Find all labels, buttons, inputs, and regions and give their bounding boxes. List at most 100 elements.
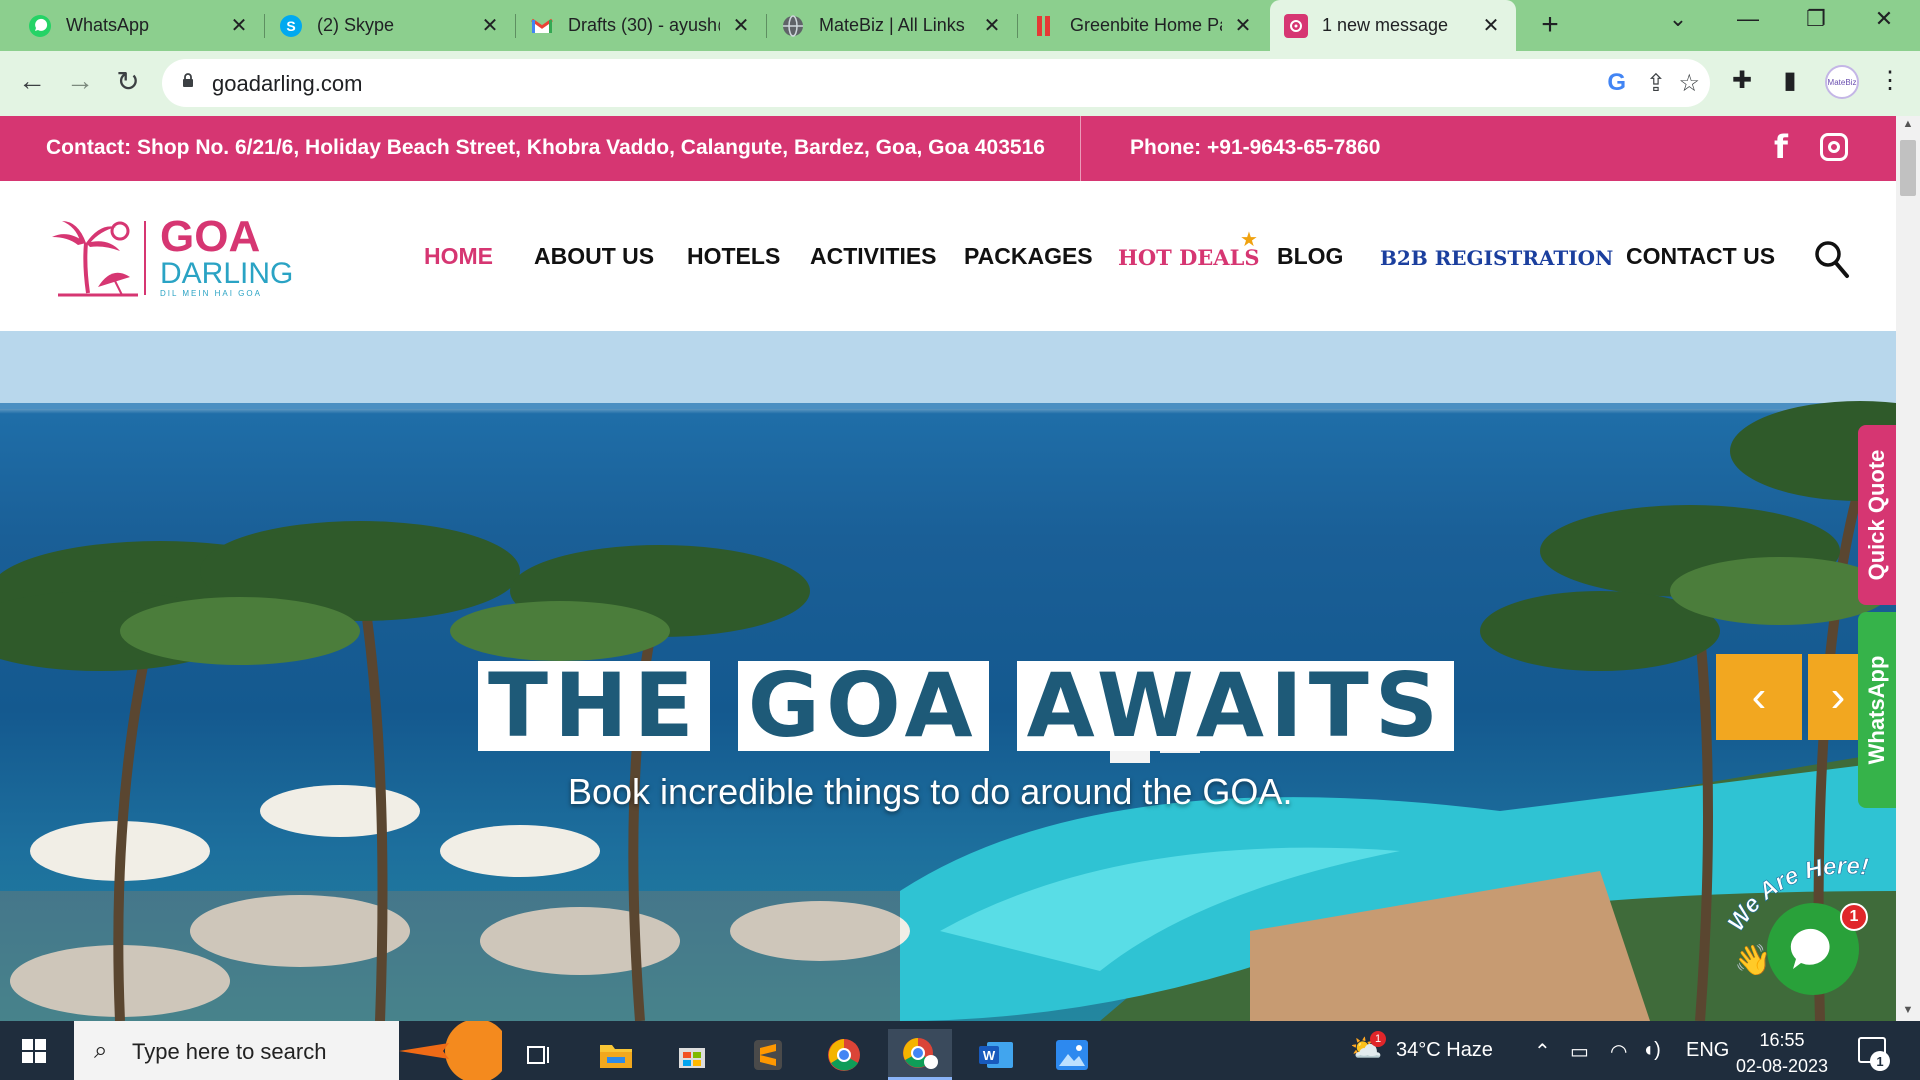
nav-packages[interactable]: PACKAGES (964, 243, 1093, 270)
minimize-button[interactable]: — (1728, 6, 1768, 32)
weather-text[interactable]: 34°C Haze (1396, 1039, 1493, 1062)
close-icon[interactable]: ✕ (1232, 13, 1254, 38)
file-explorer-icon[interactable] (584, 1029, 648, 1080)
nav-blog[interactable]: BLOG (1277, 243, 1343, 270)
facebook-icon[interactable]: f (1774, 128, 1788, 166)
address-bar[interactable]: goadarling.com G ⇪ ☆ (162, 59, 1710, 107)
hero-title-word: GOA (737, 661, 989, 751)
logo-goa-text: GOA (160, 212, 261, 261)
tab-greenbite[interactable]: Greenbite Home Pa ✕ (1018, 0, 1268, 51)
language-indicator[interactable]: ENG (1686, 1039, 1729, 1062)
logo-wordmark: GOA DARLING DIL MEIN HAI GOA (160, 212, 294, 299)
whatsapp-side-label: WhatsApp (1864, 655, 1889, 765)
tab-gmail[interactable]: Drafts (30) - ayush@ ✕ (516, 0, 766, 51)
svg-text:S: S (286, 18, 295, 34)
windows-taskbar: ⌕ Type here to search W ⛅ 1 34°C Haze ⌃ … (0, 1021, 1920, 1080)
tab-matebiz[interactable]: MateBiz | All Links ✕ (767, 0, 1017, 51)
tab-search-chevron-icon[interactable]: ⌄ (1658, 6, 1698, 32)
share-icon[interactable]: ⇪ (1646, 69, 1666, 98)
nav-about-us[interactable]: ABOUT US (534, 243, 654, 270)
google-lens-icon[interactable]: G (1607, 69, 1626, 97)
notification-count-badge: 1 (1870, 1051, 1890, 1071)
back-button[interactable]: ← (14, 65, 50, 97)
profile-avatar[interactable]: MateBiz (1825, 65, 1859, 99)
logo-darling-text: DARLING (160, 257, 294, 290)
skype-icon: S (279, 14, 303, 38)
close-icon[interactable]: ✕ (730, 13, 752, 38)
scrollbar-thumb[interactable] (1900, 140, 1916, 196)
contact-phone[interactable]: Phone: +91-9643-65-7860 (1130, 136, 1380, 160)
nav-hot-deals[interactable]: HOT DEALS (1118, 245, 1260, 270)
quick-quote-tab[interactable]: Quick Quote (1858, 425, 1896, 605)
close-icon[interactable]: ✕ (981, 13, 1003, 38)
browser-menu-icon[interactable]: ⋮ (1872, 66, 1908, 95)
browser-tab-strip: WhatsApp ✕ S (2) Skype ✕ Drafts (30) - a… (0, 0, 1920, 51)
star-icon: ★ (1240, 229, 1258, 251)
extensions-icon[interactable]: ✚ (1724, 66, 1760, 95)
hero-slider: THE GOA AWAITS Book incredible things to… (0, 331, 1896, 1021)
whatsapp-side-tab[interactable]: WhatsApp (1858, 612, 1896, 808)
tab-title: Drafts (30) - ayush@ (568, 15, 720, 35)
tab-whatsapp[interactable]: WhatsApp ✕ (14, 0, 264, 51)
microsoft-word-icon[interactable]: W (964, 1029, 1028, 1080)
search-icon[interactable] (1814, 239, 1850, 279)
chrome-icon[interactable] (812, 1029, 876, 1080)
close-icon[interactable]: ✕ (1480, 13, 1502, 38)
wifi-icon[interactable]: ◠ (1610, 1039, 1627, 1064)
forward-button[interactable]: → (62, 65, 98, 97)
nav-home[interactable]: HOME (424, 243, 493, 270)
palm-tree-logo-icon (52, 221, 138, 297)
restore-button[interactable]: ❐ (1796, 6, 1836, 32)
close-icon[interactable]: ✕ (479, 13, 501, 38)
system-clock[interactable]: 16:55 02-08-2023 (1734, 1027, 1830, 1079)
weather-alert-badge: 1 (1370, 1031, 1386, 1047)
scroll-up-arrow-icon[interactable]: ▲ (1900, 118, 1916, 130)
slider-prev-button[interactable]: ‹ (1716, 654, 1802, 740)
task-view-icon[interactable] (508, 1029, 572, 1080)
taskbar-search-box[interactable]: ⌕ Type here to search (74, 1021, 502, 1080)
search-highlight-sun-icon (399, 1021, 502, 1080)
chevron-up-icon[interactable]: ⌃ (1534, 1039, 1551, 1064)
nav-contact-us[interactable]: CONTACT US (1626, 243, 1775, 270)
message-icon (1284, 13, 1308, 38)
nav-activities[interactable]: ACTIVITIES (810, 243, 937, 270)
chat-widget[interactable]: We Are Here! 👋 1 (1720, 855, 1870, 1005)
url-text[interactable]: goadarling.com (212, 71, 362, 97)
photos-icon[interactable] (1040, 1029, 1104, 1080)
nav-b2b-registration[interactable]: B2B REGISTRATION (1380, 246, 1613, 270)
globe-icon (781, 14, 805, 38)
close-icon[interactable]: ✕ (228, 13, 250, 38)
chrome-profile-icon[interactable] (888, 1029, 952, 1080)
nav-hotels[interactable]: HOTELS (687, 243, 780, 270)
site-contact-bar: Contact: Shop No. 6/21/6, Holiday Beach … (0, 116, 1896, 181)
tab-new-message[interactable]: 1 new message ✕ (1270, 0, 1516, 51)
logo-tagline: DIL MEIN HAI GOA (160, 289, 262, 298)
waving-hand-icon: 👋 (1734, 944, 1772, 977)
svg-text:W: W (983, 1048, 996, 1063)
scroll-down-arrow-icon[interactable]: ▼ (1900, 1004, 1916, 1016)
volume-icon[interactable]: ◖) (1642, 1039, 1661, 1062)
side-panel-icon[interactable]: ▮ (1772, 66, 1808, 95)
microsoft-store-icon[interactable] (660, 1029, 724, 1080)
tab-title: 1 new message (1322, 15, 1449, 35)
battery-icon[interactable]: ▭ (1570, 1039, 1589, 1064)
greenbite-icon (1032, 14, 1056, 38)
new-tab-button[interactable]: + (1535, 8, 1565, 42)
windows-start-icon[interactable] (22, 1039, 46, 1063)
reload-button[interactable]: ↻ (110, 65, 146, 98)
site-logo[interactable]: GOA DARLING DIL MEIN HAI GOA (48, 215, 293, 299)
sublime-text-icon[interactable] (736, 1029, 800, 1080)
page-scrollbar[interactable] (1896, 116, 1920, 1021)
clock-time: 16:55 (1759, 1030, 1805, 1050)
hero-title-word: THE (478, 661, 710, 751)
quick-quote-label: Quick Quote (1864, 449, 1889, 581)
taskbar-search-placeholder: Type here to search (132, 1039, 327, 1064)
tab-skype[interactable]: S (2) Skype ✕ (265, 0, 515, 51)
logo-divider (144, 221, 146, 295)
topbar-divider (1080, 116, 1081, 181)
instagram-icon[interactable] (1820, 133, 1848, 161)
bookmark-star-icon[interactable]: ☆ (1678, 69, 1700, 98)
site-header: GOA DARLING DIL MEIN HAI GOA HOME ABOUT … (0, 181, 1896, 331)
window-close-button[interactable]: ✕ (1864, 6, 1904, 32)
clock-date: 02-08-2023 (1735, 1056, 1829, 1076)
